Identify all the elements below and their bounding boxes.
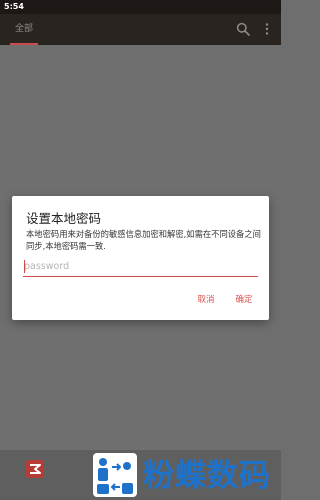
watermark-text: 粉蝶数码 xyxy=(143,458,271,494)
more-vert-icon[interactable] xyxy=(262,22,272,36)
text-cursor xyxy=(24,260,25,273)
dialog-message: 本地密码用来对备份的敏感信息加密和解密,如需在不同设备之间同步,本地密码需一致. xyxy=(26,229,261,251)
app-bar: 全部 xyxy=(0,14,281,45)
status-bar: 5:54 xyxy=(0,0,281,14)
search-icon[interactable] xyxy=(236,22,250,36)
tab-all[interactable]: 全部 xyxy=(10,14,38,45)
watermark: 粉蝶数码 xyxy=(93,452,281,498)
app-logo-icon[interactable] xyxy=(24,458,46,480)
watermark-logo-icon xyxy=(93,453,137,497)
cancel-button[interactable]: 取消 xyxy=(192,293,220,307)
password-input[interactable] xyxy=(23,257,258,277)
dialog-title: 设置本地密码 xyxy=(26,211,102,226)
set-local-password-dialog: 设置本地密码 本地密码用来对备份的敏感信息加密和解密,如需在不同设备之间同步,本… xyxy=(12,196,269,320)
ok-button[interactable]: 确定 xyxy=(230,293,258,307)
status-time: 5:54 xyxy=(4,2,24,11)
tab-all-label: 全部 xyxy=(14,24,33,34)
